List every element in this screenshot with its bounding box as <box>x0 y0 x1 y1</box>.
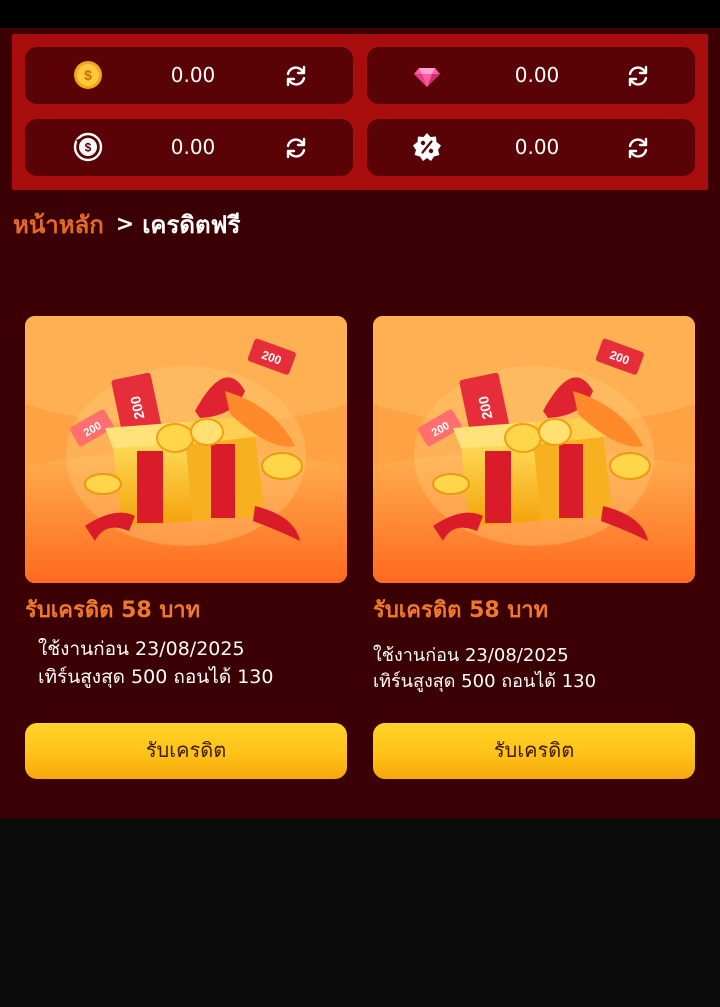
wallet-card-cashback: $ 0.00 <box>25 119 353 176</box>
promo-turnover: เทิร์นสูงสุด 500 ถอนได้ 130 <box>38 666 274 688</box>
wallet-value: 0.00 <box>514 63 560 87</box>
bottom-area <box>0 818 720 1007</box>
promo-title: รับเครดิต 58 บาท <box>25 598 201 623</box>
gift-box-icon: 200 200 200 <box>25 316 347 583</box>
promo-card: 200 200 200 รับเครดิต 58 บาท ใช้งานก่อน … <box>25 316 347 691</box>
promo-image: 200 200 200 <box>25 316 347 583</box>
promo-details: ใช้งานก่อน 23/08/2025 เทิร์นสูงสุด 500 ถ… <box>373 643 695 695</box>
refresh-icon[interactable] <box>625 135 651 161</box>
promo-image: 200 200 200 <box>373 316 695 583</box>
pink-gem-icon <box>414 68 440 87</box>
wallet-card-discount: 0.00 <box>367 119 695 176</box>
wallet-value: 0.00 <box>170 135 216 159</box>
breadcrumb-separator: > <box>115 211 135 237</box>
status-bar <box>0 0 720 28</box>
discount-badge-icon <box>413 133 441 161</box>
refresh-icon[interactable] <box>283 135 309 161</box>
promo-expiry: ใช้งานก่อน 23/08/2025 <box>38 638 245 660</box>
wallet-value: 0.00 <box>170 63 216 87</box>
breadcrumb-home-link[interactable]: หน้าหลัก <box>13 205 104 244</box>
refresh-icon[interactable] <box>625 63 651 89</box>
breadcrumb-current: เครดิตฟรี <box>142 210 241 239</box>
promo-turnover: เทิร์นสูงสุด 500 ถอนได้ 130 <box>373 671 597 692</box>
wallet-card-coin: $ 0.00 <box>25 47 353 104</box>
promo-details: ใช้งานก่อน 23/08/2025 เทิร์นสูงสุด 500 ถ… <box>25 635 347 691</box>
promo-expiry: ใช้งานก่อน 23/08/2025 <box>373 645 569 666</box>
gold-coin-icon: $ <box>74 61 102 89</box>
wallet-value: 0.00 <box>514 135 560 159</box>
promo-card: 200 200 200 รับเครดิต 58 บาท ใช้งานก่อน … <box>373 316 695 695</box>
wallet-card-gem: 0.00 <box>367 47 695 104</box>
gift-box-icon: 200 200 200 <box>373 316 695 583</box>
svg-text:$: $ <box>84 67 92 83</box>
breadcrumb: หน้าหลัก > เครดิตฟรี <box>13 207 240 241</box>
claim-credit-button[interactable]: รับเครดิต <box>373 723 695 779</box>
claim-credit-button[interactable]: รับเครดิต <box>25 723 347 779</box>
dollar-cycle-icon: $ <box>73 132 103 162</box>
svg-text:$: $ <box>85 141 92 155</box>
refresh-icon[interactable] <box>283 63 309 89</box>
promo-title: รับเครดิต 58 บาท <box>373 598 549 623</box>
